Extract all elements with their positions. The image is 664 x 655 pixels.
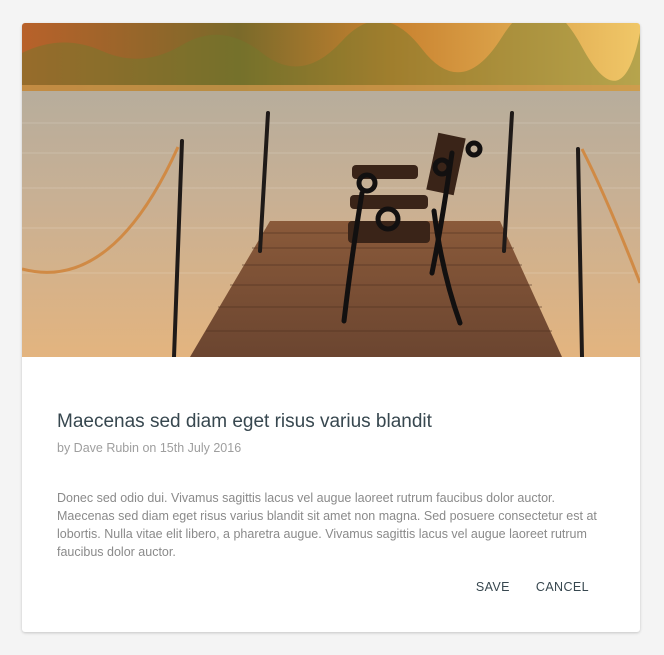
card-byline: by Dave Rubin on 15th July 2016: [57, 441, 242, 455]
card-actions: SAVE CANCEL: [476, 580, 589, 594]
hero-image: [22, 23, 640, 357]
cancel-button[interactable]: CANCEL: [536, 580, 589, 594]
card-title: Maecenas sed diam eget risus varius blan…: [57, 411, 432, 432]
card-body: Donec sed odio dui. Vivamus sagittis lac…: [57, 491, 597, 559]
article-card: Maecenas sed diam eget risus varius blan…: [22, 23, 640, 632]
save-button[interactable]: SAVE: [476, 580, 510, 594]
